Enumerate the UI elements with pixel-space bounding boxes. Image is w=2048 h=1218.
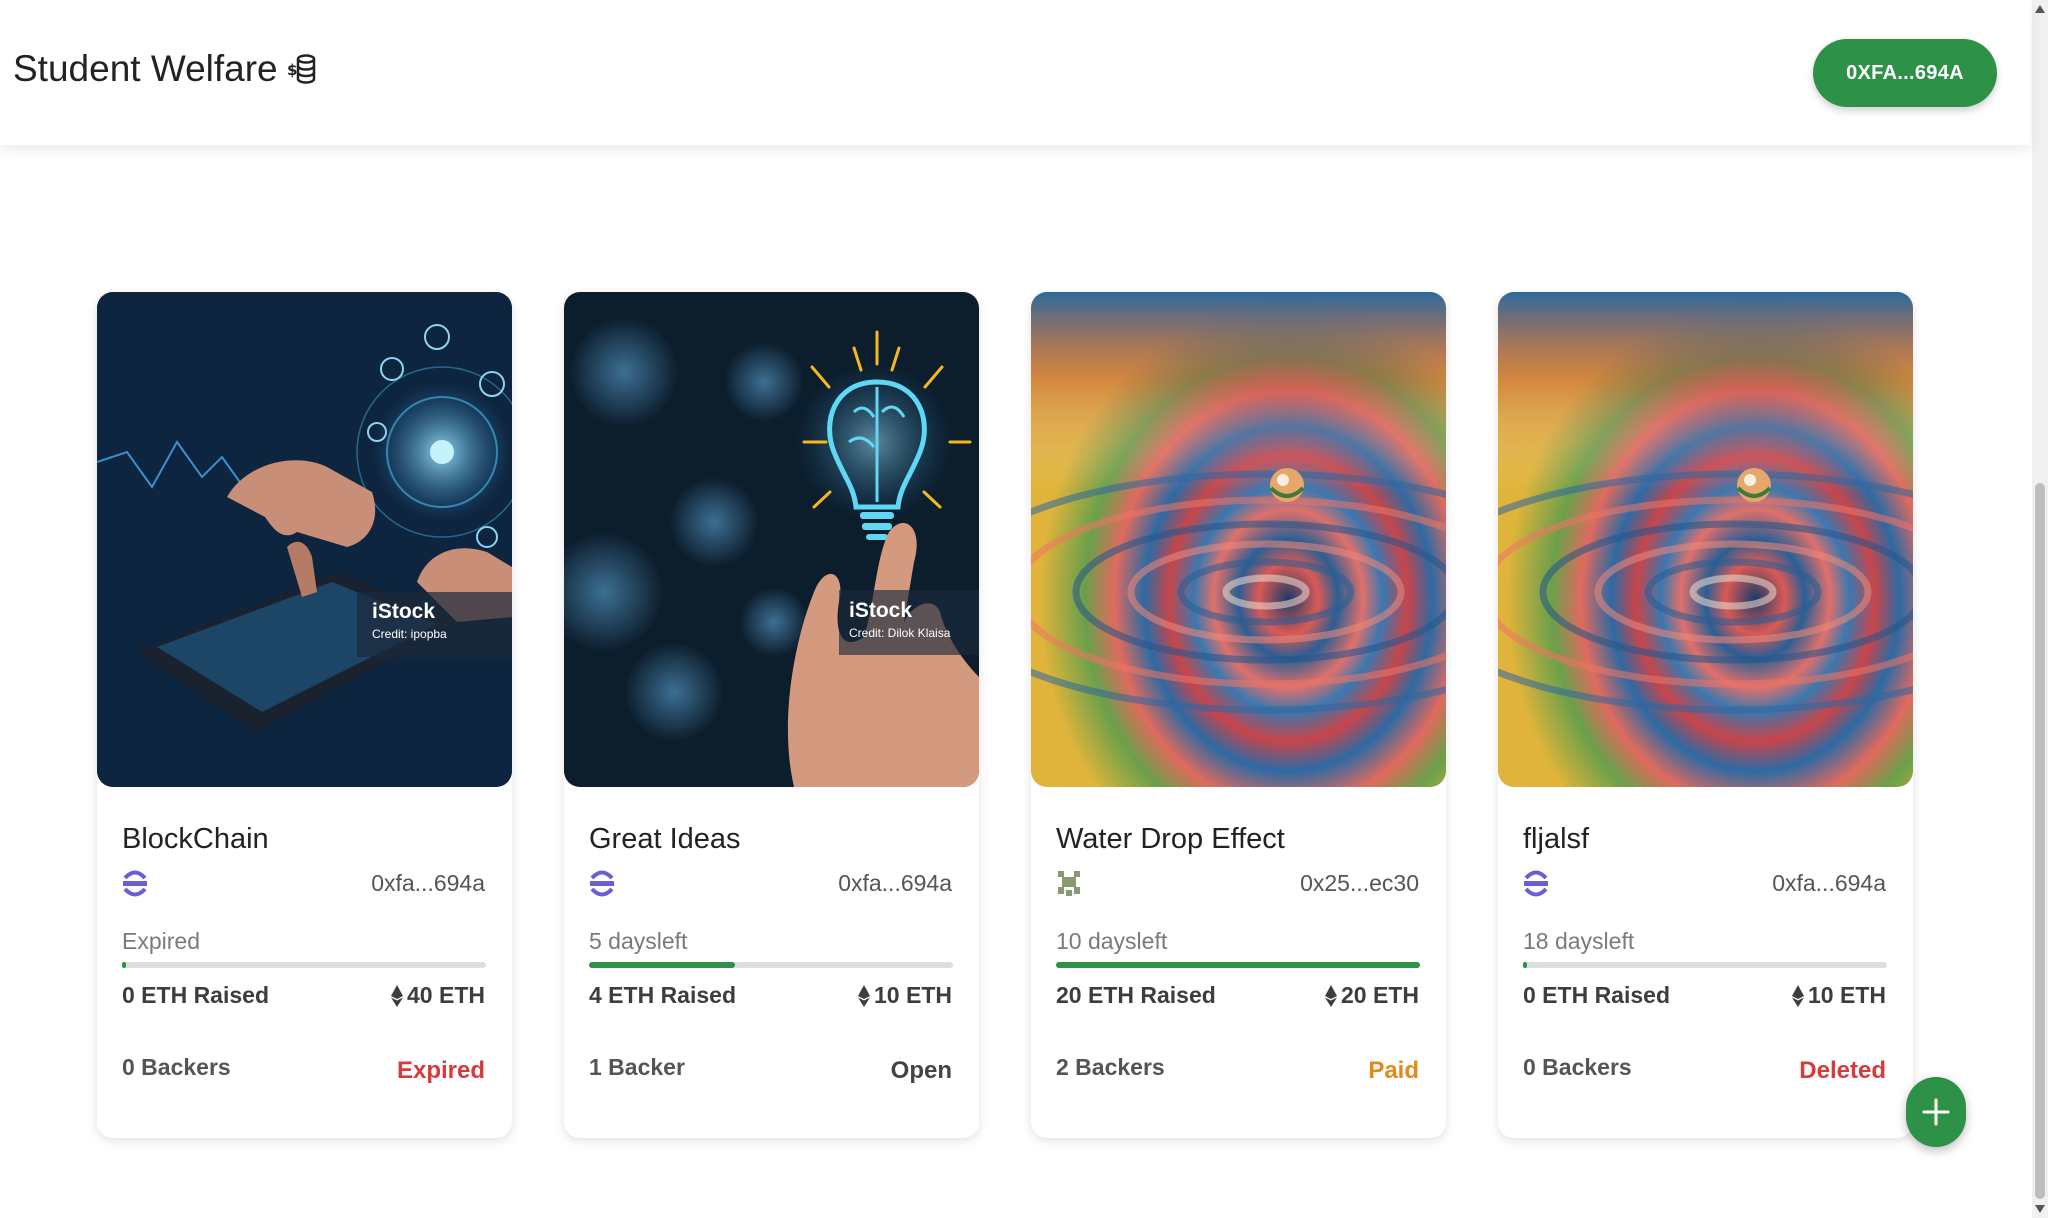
scroll-down-arrow-icon[interactable] <box>2034 1204 2046 1214</box>
campaign-card[interactable]: iStock Credit: Dilok Klaisa Great Ideas … <box>564 292 979 1138</box>
funding-progress-fill <box>1056 962 1420 968</box>
funding-progress-fill <box>1523 962 1527 968</box>
ethereum-icon <box>1792 984 1805 1007</box>
eth-raised: 20 ETH Raised <box>1056 982 1216 1008</box>
owner-avatar-icon <box>1523 868 1549 898</box>
campaign-card[interactable]: Water Drop Effect 0x25...ec30 10 dayslef… <box>1031 292 1446 1138</box>
scroll-up-arrow-icon[interactable] <box>2034 4 2046 14</box>
campaign-status: Deleted <box>1799 1057 1886 1084</box>
app-header: Student Welfare $ 0XFA...694A <box>0 0 2030 145</box>
owner-avatar-icon <box>1056 868 1082 898</box>
days-left: 10 daysleft <box>1056 928 1168 954</box>
funding-progress-bar <box>122 962 486 968</box>
funding-progress-fill <box>122 962 126 968</box>
campaign-image[interactable]: iStock Credit: ipopba <box>97 292 512 787</box>
backers-count: 0 Backers <box>122 1054 231 1080</box>
eth-target: 20 ETH <box>1325 982 1419 1009</box>
campaign-status: Expired <box>396 1057 485 1084</box>
svg-text:$: $ <box>287 61 297 79</box>
create-campaign-button[interactable] <box>1906 1077 1966 1147</box>
eth-target: 10 ETH <box>858 982 952 1009</box>
brand[interactable]: Student Welfare $ <box>13 48 317 90</box>
image-credit: Credit: ipopba <box>372 627 447 641</box>
eth-target-value: 40 ETH <box>407 982 485 1008</box>
backers-count: 2 Backers <box>1056 1054 1165 1080</box>
campaign-title[interactable]: fljalsf <box>1523 823 1589 856</box>
campaign-image[interactable] <box>1031 292 1446 787</box>
owner-address: 0xfa...694a <box>371 870 485 896</box>
app-title: Student Welfare <box>13 48 278 89</box>
backers-count: 1 Backer <box>589 1054 685 1080</box>
eth-raised: 0 ETH Raised <box>122 982 269 1008</box>
eth-target: 40 ETH <box>391 982 485 1009</box>
campaign-title[interactable]: Great Ideas <box>589 823 741 856</box>
owner-avatar-icon <box>589 868 615 898</box>
funding-progress-bar <box>1523 962 1887 968</box>
days-left: 5 daysleft <box>589 928 688 954</box>
owner-address: 0xfa...694a <box>1772 870 1886 896</box>
campaign-card[interactable]: iStock Credit: ipopba BlockChain 0xfa...… <box>97 292 512 1138</box>
eth-target: 10 ETH <box>1792 982 1886 1009</box>
campaign-status: Paid <box>1368 1057 1419 1084</box>
funding-progress-bar <box>1056 962 1420 968</box>
ethereum-icon <box>1325 984 1338 1007</box>
owner-address: 0xfa...694a <box>838 870 952 896</box>
days-left: Expired <box>122 928 200 954</box>
backers-count: 0 Backers <box>1523 1054 1632 1080</box>
owner-address: 0x25...ec30 <box>1300 870 1419 896</box>
campaign-image[interactable]: iStock Credit: Dilok Klaisa <box>564 292 979 787</box>
image-watermark: iStock <box>372 600 435 623</box>
ethereum-icon <box>391 984 404 1007</box>
image-watermark: iStock <box>849 599 912 622</box>
funding-progress-fill <box>589 962 735 968</box>
campaign-title[interactable]: Water Drop Effect <box>1056 823 1285 856</box>
campaign-status: Open <box>890 1057 952 1084</box>
eth-raised: 0 ETH Raised <box>1523 982 1670 1008</box>
image-credit: Credit: Dilok Klaisa <box>849 626 951 640</box>
campaign-title[interactable]: BlockChain <box>122 823 269 856</box>
coin-stack-icon: $ <box>287 51 317 87</box>
owner-avatar-icon <box>122 868 148 898</box>
eth-raised: 4 ETH Raised <box>589 982 736 1008</box>
eth-target-value: 20 ETH <box>1341 982 1419 1008</box>
campaign-image[interactable] <box>1498 292 1913 787</box>
days-left: 18 daysleft <box>1523 928 1635 954</box>
funding-progress-bar <box>589 962 953 968</box>
plus-icon <box>1922 1098 1950 1126</box>
wallet-address-button[interactable]: 0XFA...694A <box>1813 39 1997 107</box>
scrollbar-thumb[interactable] <box>2035 483 2045 1199</box>
eth-target-value: 10 ETH <box>874 982 952 1008</box>
campaign-card[interactable]: fljalsf 0xfa...694a 18 daysleft 0 ETH Ra… <box>1498 292 1913 1138</box>
ethereum-icon <box>858 984 871 1007</box>
eth-target-value: 10 ETH <box>1808 982 1886 1008</box>
